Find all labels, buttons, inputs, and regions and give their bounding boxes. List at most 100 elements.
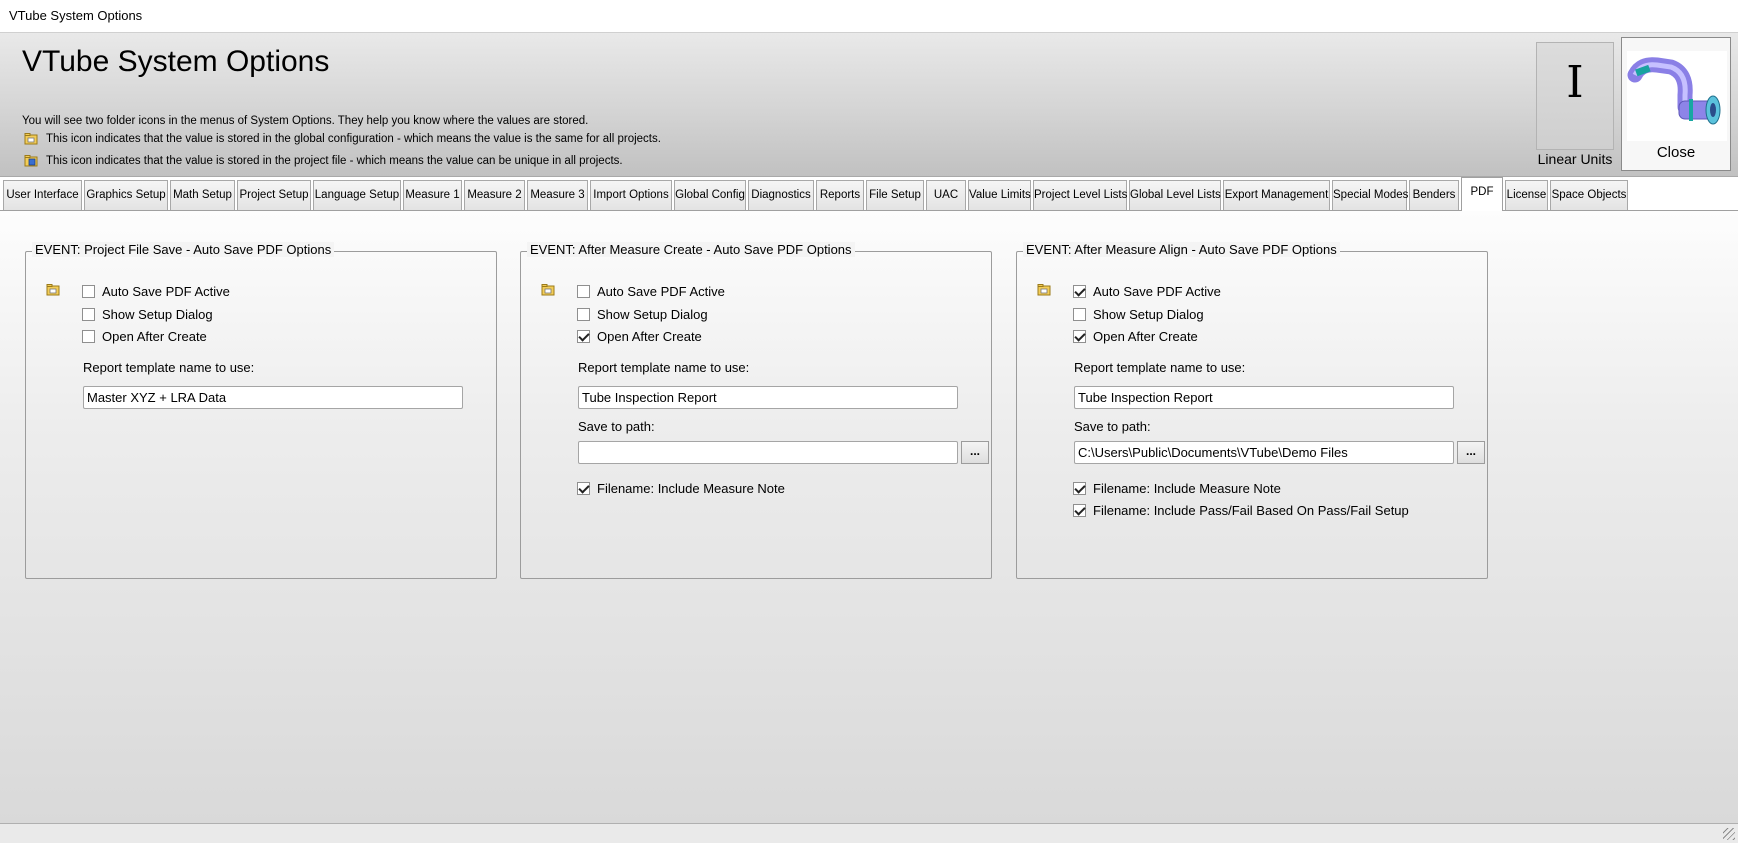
checkbox-label: Open After Create (102, 329, 207, 344)
global-config-info-text: This icon indicates that the value is st… (46, 133, 661, 145)
tab-measure-2[interactable]: Measure 2 (464, 180, 525, 210)
auto-save-pdf-active-checkbox[interactable]: Auto Save PDF Active (577, 284, 725, 299)
global-config-info: This icon indicates that the value is st… (24, 132, 661, 146)
status-bar (0, 823, 1738, 843)
tab-special-modes[interactable]: Special Modes (1332, 180, 1408, 210)
checkbox-label: Open After Create (597, 329, 702, 344)
window-title: VTube System Options (9, 8, 143, 23)
linear-units-button[interactable]: I (1536, 42, 1614, 150)
include-pass-fail-checkbox[interactable]: Filename: Include Pass/Fail Based On Pas… (1073, 503, 1409, 518)
tab-diagnostics[interactable]: Diagnostics (748, 180, 814, 210)
tab-pdf[interactable]: PDF (1461, 177, 1503, 211)
checkbox-label: Show Setup Dialog (102, 307, 213, 322)
template-name-input[interactable] (1074, 386, 1454, 409)
checkbox-box[interactable] (1073, 330, 1086, 343)
tab-project-level-lists[interactable]: Project Level Lists (1033, 180, 1127, 210)
include-measure-note-checkbox[interactable]: Filename: Include Measure Note (1073, 481, 1281, 496)
tab-language-setup[interactable]: Language Setup (313, 180, 401, 210)
checkbox-box[interactable] (577, 285, 590, 298)
checkbox-label: Filename: Include Measure Note (1093, 481, 1281, 496)
after-measure-create-group: EVENT: After Measure Create - Auto Save … (520, 242, 992, 579)
tab-project-setup[interactable]: Project Setup (237, 180, 311, 210)
checkbox-box[interactable] (577, 482, 590, 495)
tab-graphics-setup[interactable]: Graphics Setup (84, 180, 168, 210)
header-panel: VTube System Options You will see two fo… (0, 33, 1738, 177)
tab-space-objects[interactable]: Space Objects (1550, 180, 1628, 210)
global-folder-icon (1037, 284, 1051, 296)
group-legend: EVENT: Project File Save - Auto Save PDF… (32, 242, 335, 257)
project-folder-icon (24, 155, 38, 167)
linear-units-icon: I (1566, 57, 1584, 108)
global-folder-icon (46, 284, 60, 296)
tab-file-setup[interactable]: File Setup (866, 180, 924, 210)
tab-global-config[interactable]: Global Config (674, 180, 746, 210)
tab-benders[interactable]: Benders (1409, 180, 1459, 210)
template-name-label: Report template name to use: (578, 360, 750, 375)
show-setup-dialog-checkbox[interactable]: Show Setup Dialog (82, 307, 213, 322)
tab-strip: User Interface Graphics Setup Math Setup… (0, 177, 1738, 211)
tube-part-icon (1627, 51, 1727, 141)
save-path-input[interactable] (1074, 441, 1454, 464)
checkbox-box[interactable] (1073, 308, 1086, 321)
checkbox-label: Show Setup Dialog (1093, 307, 1204, 322)
checkbox-label: Auto Save PDF Active (1093, 284, 1221, 299)
auto-save-pdf-active-checkbox[interactable]: Auto Save PDF Active (82, 284, 230, 299)
save-path-label: Save to path: (1074, 419, 1151, 434)
checkbox-label: Filename: Include Pass/Fail Based On Pas… (1093, 503, 1409, 518)
tab-global-level-lists[interactable]: Global Level Lists (1129, 180, 1221, 210)
tab-uac[interactable]: UAC (926, 180, 966, 210)
browse-path-button[interactable]: ... (1457, 441, 1485, 464)
after-measure-align-group: EVENT: After Measure Align - Auto Save P… (1016, 242, 1488, 579)
checkbox-box[interactable] (577, 308, 590, 321)
checkbox-label: Filename: Include Measure Note (597, 481, 785, 496)
template-name-input[interactable] (83, 386, 463, 409)
checkbox-box[interactable] (1073, 504, 1086, 517)
tab-math-setup[interactable]: Math Setup (170, 180, 235, 210)
linear-units-label: Linear Units (1537, 151, 1613, 167)
group-legend: EVENT: After Measure Create - Auto Save … (527, 242, 855, 257)
checkbox-box[interactable] (1073, 482, 1086, 495)
project-file-save-group: EVENT: Project File Save - Auto Save PDF… (25, 242, 497, 579)
include-measure-note-checkbox[interactable]: Filename: Include Measure Note (577, 481, 785, 496)
project-file-info-text: This icon indicates that the value is st… (46, 155, 623, 167)
open-after-create-checkbox[interactable]: Open After Create (1073, 329, 1198, 344)
checkbox-box[interactable] (82, 330, 95, 343)
checkbox-box[interactable] (82, 285, 95, 298)
tab-value-limits[interactable]: Value Limits (968, 180, 1031, 210)
page-title: VTube System Options (22, 45, 330, 78)
tab-measure-3[interactable]: Measure 3 (527, 180, 588, 210)
header-info-text: You will see two folder icons in the men… (22, 115, 589, 127)
group-legend: EVENT: After Measure Align - Auto Save P… (1023, 242, 1340, 257)
auto-save-pdf-active-checkbox[interactable]: Auto Save PDF Active (1073, 284, 1221, 299)
open-after-create-checkbox[interactable]: Open After Create (82, 329, 207, 344)
checkbox-label: Auto Save PDF Active (102, 284, 230, 299)
global-folder-icon (541, 284, 555, 296)
show-setup-dialog-checkbox[interactable]: Show Setup Dialog (577, 307, 708, 322)
checkbox-box[interactable] (82, 308, 95, 321)
template-name-label: Report template name to use: (1074, 360, 1246, 375)
checkbox-label: Auto Save PDF Active (597, 284, 725, 299)
save-path-input[interactable] (578, 441, 958, 464)
checkbox-label: Open After Create (1093, 329, 1198, 344)
checkbox-label: Show Setup Dialog (597, 307, 708, 322)
tab-user-interface[interactable]: User Interface (3, 180, 82, 210)
open-after-create-checkbox[interactable]: Open After Create (577, 329, 702, 344)
pdf-options-panel: EVENT: Project File Save - Auto Save PDF… (0, 211, 1738, 823)
resize-grip-icon[interactable] (1723, 828, 1735, 840)
close-button-label: Close (1656, 144, 1696, 161)
project-file-info: This icon indicates that the value is st… (24, 154, 623, 168)
tab-license[interactable]: License (1505, 180, 1548, 210)
tab-measure-1[interactable]: Measure 1 (403, 180, 462, 210)
close-button[interactable]: Close (1621, 37, 1731, 171)
browse-path-button[interactable]: ... (961, 441, 989, 464)
window-titlebar: VTube System Options (0, 0, 1738, 33)
checkbox-box[interactable] (577, 330, 590, 343)
show-setup-dialog-checkbox[interactable]: Show Setup Dialog (1073, 307, 1204, 322)
tab-import-options[interactable]: Import Options (590, 180, 672, 210)
save-path-label: Save to path: (578, 419, 655, 434)
checkbox-box[interactable] (1073, 285, 1086, 298)
tab-export-management[interactable]: Export Management (1223, 180, 1330, 210)
template-name-input[interactable] (578, 386, 958, 409)
template-name-label: Report template name to use: (83, 360, 255, 375)
tab-reports[interactable]: Reports (816, 180, 864, 210)
